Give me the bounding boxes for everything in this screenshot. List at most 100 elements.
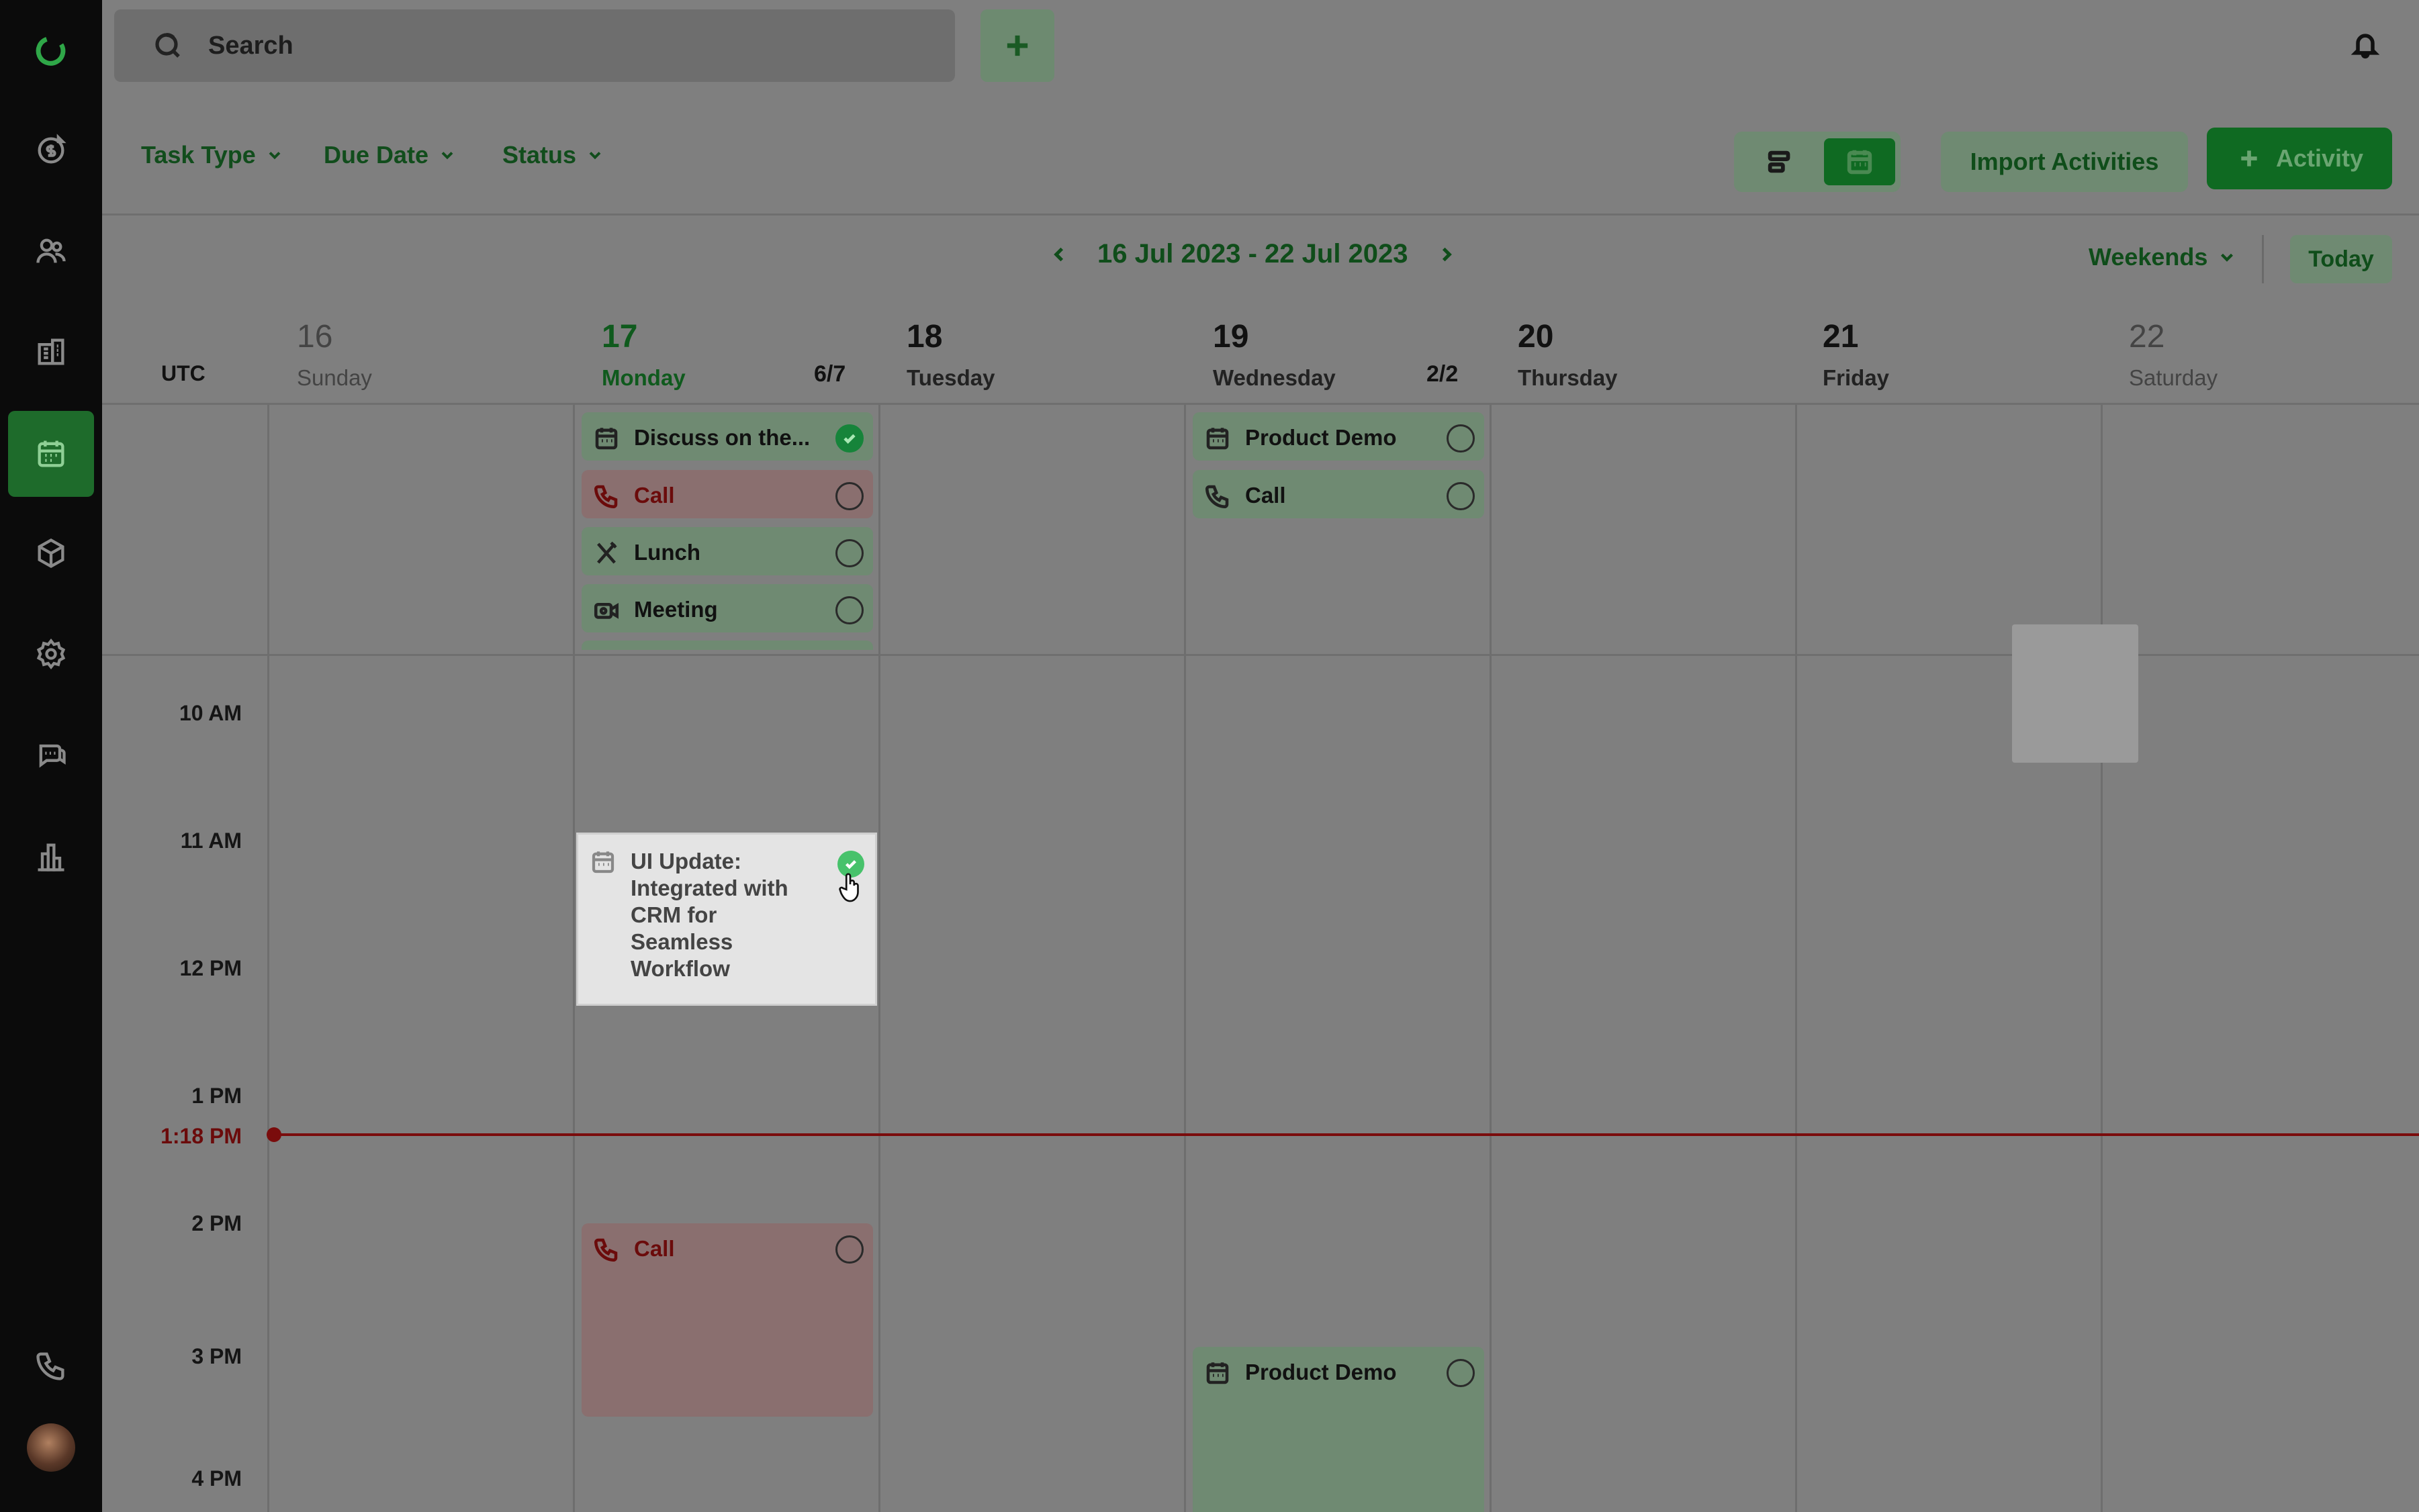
complete-checkbox[interactable] <box>835 482 864 510</box>
chevron-left-icon[interactable] <box>1048 243 1070 266</box>
chat-icon[interactable] <box>17 721 85 788</box>
event-title: Lunch <box>634 540 700 565</box>
column-divider <box>267 403 269 1512</box>
event-title: Product Demo <box>1245 425 1397 450</box>
event-title: Discuss on the... <box>634 425 811 450</box>
day-number[interactable]: 16 <box>297 318 332 355</box>
products-icon[interactable] <box>17 520 85 587</box>
event-card[interactable]: Call <box>582 1223 873 1417</box>
column-divider <box>2101 403 2103 1512</box>
filter-due-date[interactable]: Due Date <box>324 141 457 169</box>
event-card[interactable]: Call <box>1193 470 1484 518</box>
filter-task-type[interactable]: Task Type <box>141 141 284 169</box>
list-view-icon <box>1768 150 1790 173</box>
complete-checkbox[interactable] <box>1447 424 1475 453</box>
search-input[interactable]: Search <box>208 32 293 60</box>
day-number[interactable]: 21 <box>1823 318 1858 355</box>
phone-icon <box>1203 482 1232 510</box>
plus-icon <box>1007 35 1028 56</box>
complete-checkbox[interactable] <box>835 596 864 624</box>
event-card[interactable]: Lunch <box>582 527 873 575</box>
phone-icon <box>592 482 621 510</box>
chevron-down-icon <box>2221 253 2234 262</box>
time-label: 10 AM <box>179 701 242 725</box>
event-title: Call <box>634 483 675 508</box>
day-number[interactable]: 22 <box>2129 318 2164 355</box>
divider <box>102 214 2419 216</box>
quick-add-button[interactable] <box>980 9 1054 82</box>
calendar-icon <box>1203 424 1232 453</box>
column-divider <box>573 403 575 1512</box>
reports-icon[interactable] <box>17 823 85 890</box>
phone-icon <box>592 1235 621 1264</box>
chevron-down-icon <box>269 152 281 160</box>
selection-placeholder <box>2012 624 2138 763</box>
view-toggle <box>1734 132 1901 192</box>
dragged-event-card[interactable]: UI Update: Integrated with CRM for Seaml… <box>576 833 877 1006</box>
divider <box>2262 235 2264 283</box>
date-navigation: 16 Jul 2023 - 22 Jul 2023 <box>1048 239 1458 269</box>
time-label: 1 PM <box>191 1084 242 1108</box>
list-view-button[interactable] <box>1743 138 1817 185</box>
day-name: Sunday <box>297 365 372 390</box>
timezone-label: UTC <box>161 361 206 385</box>
search-bar[interactable]: Search <box>114 9 955 82</box>
event-card[interactable]: Meeting <box>582 584 873 632</box>
chevron-right-icon[interactable] <box>1435 243 1458 266</box>
event-card[interactable]: Call <box>582 470 873 518</box>
time-label: 3 PM <box>191 1344 242 1368</box>
day-number[interactable]: 18 <box>907 318 942 355</box>
more-events-hint <box>582 641 873 650</box>
day-name: Wednesday <box>1213 365 1336 390</box>
event-card[interactable]: Product Demo <box>1193 1347 1484 1512</box>
filter-status[interactable]: Status <box>502 141 604 169</box>
task-count: 6/7 <box>814 361 846 387</box>
column-divider <box>1184 403 1186 1512</box>
day-number[interactable]: 19 <box>1213 318 1248 355</box>
time-label: 2 PM <box>191 1211 242 1235</box>
deals-icon[interactable] <box>17 117 85 184</box>
column-divider <box>878 403 880 1512</box>
check-icon <box>845 860 857 869</box>
column-divider <box>1490 403 1492 1512</box>
complete-checkbox[interactable] <box>1447 482 1475 510</box>
user-avatar[interactable] <box>27 1423 75 1472</box>
calendar-icon <box>592 424 621 453</box>
current-time-dot <box>267 1127 281 1142</box>
add-activity-label: Activity <box>2275 144 2364 172</box>
task-count: 2/2 <box>1426 361 1459 387</box>
day-number[interactable]: 20 <box>1518 318 1553 355</box>
day-name: Saturday <box>2129 365 2218 390</box>
complete-checkbox[interactable] <box>835 1235 864 1264</box>
phone-icon[interactable] <box>17 1332 85 1399</box>
event-card[interactable]: Discuss on the... <box>582 412 873 461</box>
weekends-dropdown[interactable]: Weekends <box>2089 243 2237 271</box>
day-number[interactable]: 17 <box>602 318 637 355</box>
event-title: UI Update: Integrated with CRM for Seaml… <box>631 849 788 981</box>
current-time-line <box>274 1133 2419 1136</box>
today-button[interactable]: Today <box>2290 235 2392 283</box>
header-divider <box>102 403 2419 405</box>
event-title: Call <box>634 1236 675 1261</box>
calendar-view-button[interactable] <box>1824 138 1895 185</box>
complete-checkbox[interactable] <box>835 424 864 453</box>
companies-icon[interactable] <box>17 318 85 385</box>
calendar-nav-icon[interactable] <box>8 411 94 497</box>
calendar-icon <box>589 848 617 990</box>
import-activities-button[interactable]: Import Activities <box>1941 132 2188 192</box>
add-activity-button[interactable]: Activity <box>2207 128 2392 189</box>
video-meeting-icon <box>592 596 621 624</box>
logo-icon[interactable] <box>17 17 85 85</box>
day-name: Thursday <box>1518 365 1618 390</box>
notifications-button[interactable] <box>2350 30 2385 64</box>
complete-checkbox[interactable] <box>1447 1359 1475 1387</box>
calendar-icon <box>1203 1359 1232 1387</box>
filter-label: Due Date <box>324 141 429 169</box>
hand-cursor-icon <box>839 873 859 902</box>
search-icon <box>155 33 180 58</box>
event-card[interactable]: Product Demo <box>1193 412 1484 461</box>
settings-icon[interactable] <box>17 620 85 688</box>
contacts-icon[interactable] <box>17 218 85 285</box>
filter-label: Status <box>502 141 577 169</box>
complete-checkbox[interactable] <box>835 539 864 567</box>
